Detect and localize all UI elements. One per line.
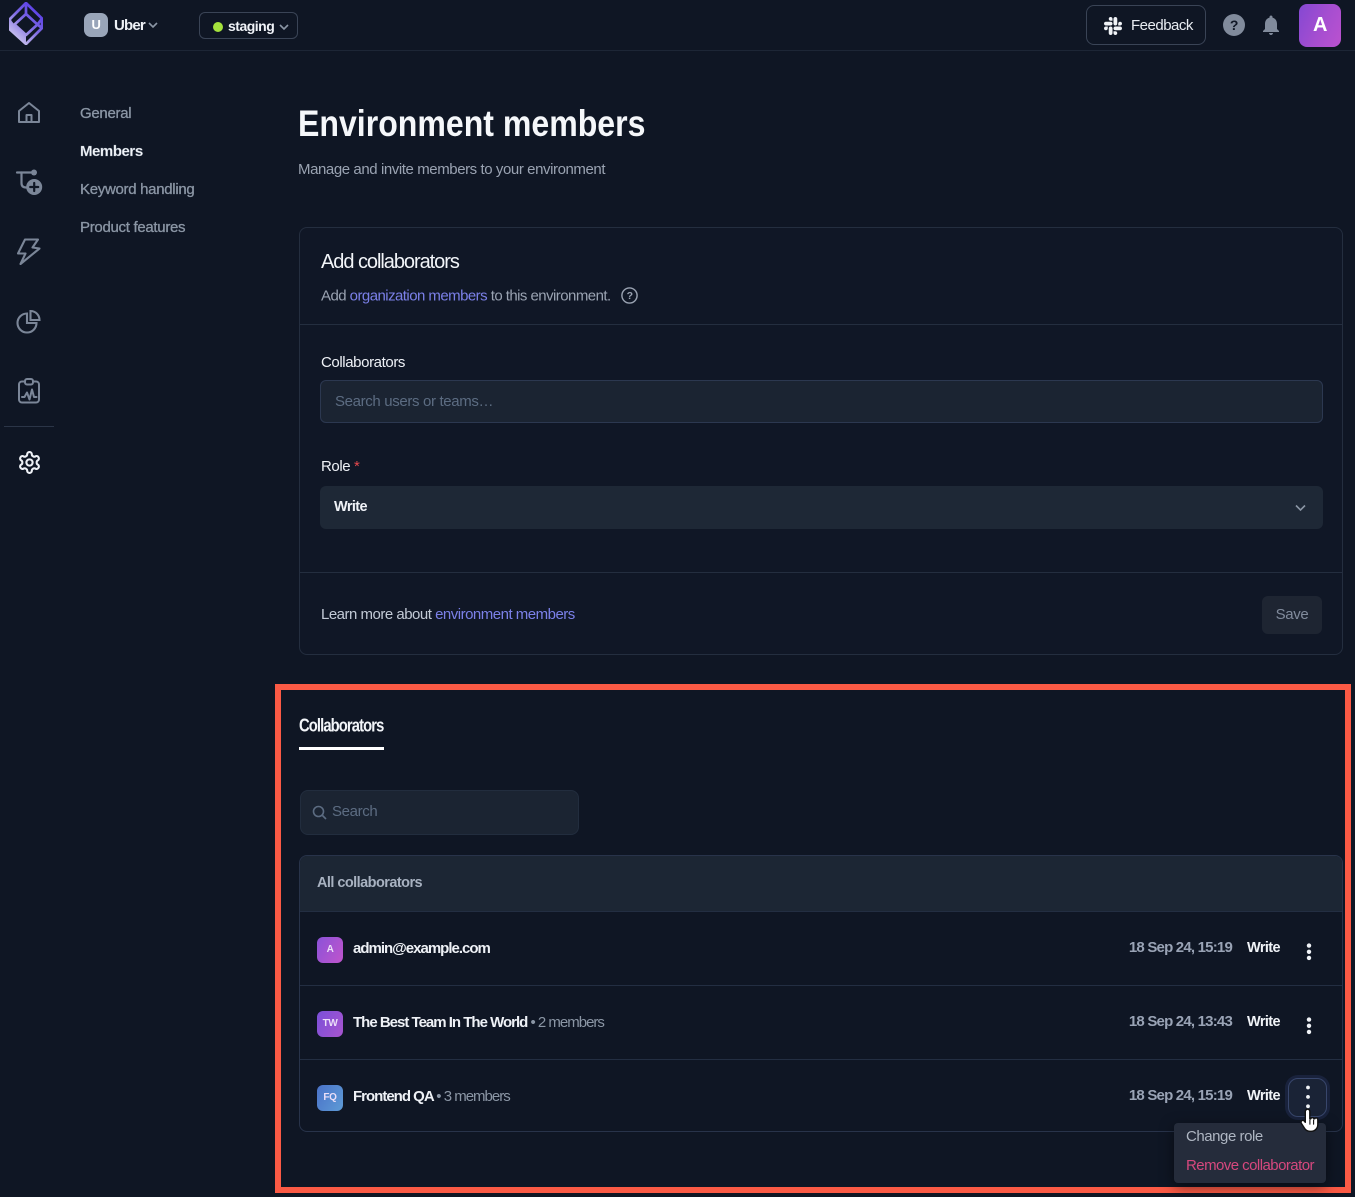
- svg-text:?: ?: [627, 290, 633, 302]
